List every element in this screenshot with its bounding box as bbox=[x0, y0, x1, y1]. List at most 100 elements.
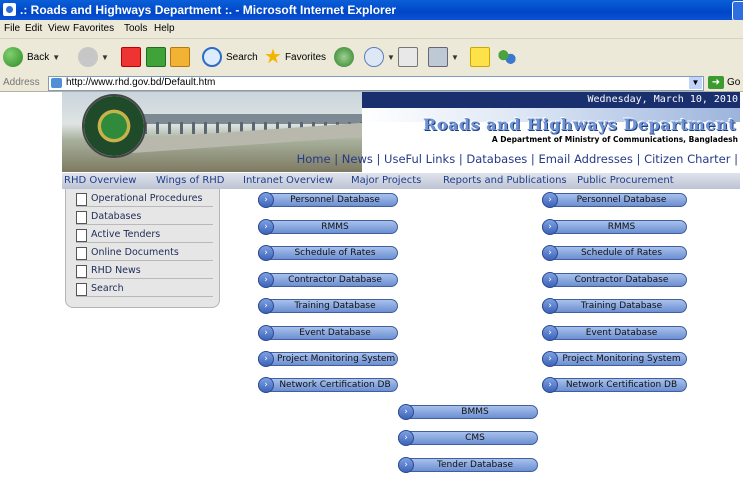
arrow-right-icon: › bbox=[542, 219, 558, 235]
chevron-down-icon: ▼ bbox=[387, 52, 395, 62]
left-menu-operational-procedures[interactable]: Operational Procedures bbox=[76, 192, 213, 207]
messenger-icon bbox=[498, 48, 516, 66]
arrow-right-icon: › bbox=[258, 272, 274, 288]
go-arrow-icon[interactable]: ➜ bbox=[708, 76, 724, 89]
favorites-label: Favorites bbox=[284, 51, 327, 63]
edit-icon bbox=[428, 47, 448, 67]
arrow-right-icon: › bbox=[258, 219, 274, 235]
left-menu-rhd-news[interactable]: RHD News bbox=[76, 264, 213, 279]
chevron-down-icon: ▼ bbox=[101, 52, 109, 62]
back-arrow-icon bbox=[3, 47, 23, 67]
link-home[interactable]: Home bbox=[297, 152, 331, 166]
arrow-right-icon: › bbox=[258, 192, 274, 208]
arrow-right-icon: › bbox=[258, 298, 274, 314]
db-left-event-database[interactable]: › Event Database bbox=[258, 325, 398, 341]
document-icon bbox=[76, 265, 87, 278]
db-left-project-monitoring-system[interactable]: › Project Monitoring System bbox=[258, 351, 398, 367]
nav-reports-publications[interactable]: Reports and Publications bbox=[443, 175, 567, 186]
menu-file[interactable]: File bbox=[4, 23, 20, 34]
nav-major-projects[interactable]: Major Projects bbox=[351, 175, 421, 186]
print-icon bbox=[398, 47, 418, 67]
db-center-bmms[interactable]: › BMMS bbox=[398, 404, 538, 420]
arrow-right-icon: › bbox=[398, 430, 414, 446]
link-databases[interactable]: Databases bbox=[466, 152, 527, 166]
date-strip: Wednesday, March 10, 2010 bbox=[362, 92, 740, 108]
left-menu-databases[interactable]: Databases bbox=[76, 210, 213, 225]
db-right-contractor-database[interactable]: › Contractor Database bbox=[542, 272, 687, 288]
left-menu-search[interactable]: Search bbox=[76, 282, 213, 297]
left-menu-online-documents[interactable]: Online Documents bbox=[76, 246, 213, 261]
site-subtitle: A Department of Ministry of Communicatio… bbox=[491, 135, 738, 144]
arrow-right-icon: › bbox=[398, 404, 414, 420]
db-right-personnel-database[interactable]: › Personnel Database bbox=[542, 192, 687, 208]
site-banner: Wednesday, March 10, 2010 Roads and High… bbox=[62, 92, 740, 172]
document-icon bbox=[76, 211, 87, 224]
menu-view[interactable]: View bbox=[48, 23, 70, 34]
db-center-tender-database[interactable]: › Tender Database bbox=[398, 457, 538, 473]
home-icon bbox=[170, 47, 190, 67]
menu-bar: File Edit View Favorites Tools Help bbox=[0, 20, 743, 39]
favorites-button[interactable]: ★ Favorites bbox=[264, 46, 326, 68]
home-button[interactable] bbox=[170, 46, 190, 68]
window-title: .: Roads and Highways Department :. - Mi… bbox=[20, 3, 397, 17]
print-button[interactable] bbox=[398, 46, 418, 68]
arrow-right-icon: › bbox=[542, 351, 558, 367]
messenger-button[interactable] bbox=[498, 46, 516, 68]
address-dropdown-icon[interactable]: ▼ bbox=[689, 77, 702, 89]
link-email-addresses[interactable]: Email Addresses bbox=[538, 152, 632, 166]
menu-help[interactable]: Help bbox=[154, 23, 175, 34]
db-right-network-certification-db[interactable]: › Network Certification DB bbox=[542, 377, 687, 393]
edit-button[interactable]: ▼ bbox=[428, 46, 459, 68]
db-left-rmms[interactable]: › RMMS bbox=[258, 219, 398, 235]
arrow-right-icon: › bbox=[398, 457, 414, 473]
arrow-right-icon: › bbox=[258, 351, 274, 367]
nav-public-procurement[interactable]: Public Procurement bbox=[577, 175, 674, 186]
db-left-personnel-database[interactable]: › Personnel Database bbox=[258, 192, 398, 208]
db-left-contractor-database[interactable]: › Contractor Database bbox=[258, 272, 398, 288]
stop-icon bbox=[121, 47, 141, 67]
db-center-cms[interactable]: › CMS bbox=[398, 430, 538, 446]
db-left-network-certification-db[interactable]: › Network Certification DB bbox=[258, 377, 398, 393]
db-right-rmms[interactable]: › RMMS bbox=[542, 219, 687, 235]
menu-tools[interactable]: Tools bbox=[124, 23, 147, 34]
arrow-right-icon: › bbox=[542, 377, 558, 393]
window-control-button[interactable] bbox=[732, 1, 743, 21]
history-icon bbox=[334, 47, 354, 67]
db-left-training-database[interactable]: › Training Database bbox=[258, 298, 398, 314]
window-titlebar: .: Roads and Highways Department :. - Mi… bbox=[0, 0, 743, 21]
refresh-button[interactable] bbox=[146, 46, 166, 68]
back-label: Back bbox=[27, 51, 50, 63]
page-icon bbox=[51, 78, 62, 88]
notes-button[interactable] bbox=[470, 46, 490, 68]
nav-intranet-overview[interactable]: Intranet Overview bbox=[243, 175, 333, 186]
db-left-schedule-of-rates[interactable]: › Schedule of Rates bbox=[258, 245, 398, 261]
stop-button[interactable] bbox=[121, 46, 141, 68]
left-menu: Operational Procedures Databases Active … bbox=[65, 189, 220, 308]
search-label: Search bbox=[226, 51, 258, 63]
address-input[interactable]: http://www.rhd.gov.bd/Default.htm ▼ bbox=[48, 76, 704, 91]
search-button[interactable]: Search bbox=[202, 46, 258, 68]
page-content: Wednesday, March 10, 2010 Roads and High… bbox=[0, 92, 743, 482]
nav-rhd-overview[interactable]: RHD Overview bbox=[64, 175, 136, 186]
db-right-project-monitoring-system[interactable]: › Project Monitoring System bbox=[542, 351, 687, 367]
go-button[interactable]: Go bbox=[727, 77, 740, 88]
menu-edit[interactable]: Edit bbox=[25, 23, 42, 34]
left-menu-active-tenders[interactable]: Active Tenders bbox=[76, 228, 213, 243]
menu-favorites[interactable]: Favorites bbox=[73, 23, 114, 34]
arrow-right-icon: › bbox=[542, 325, 558, 341]
arrow-right-icon: › bbox=[542, 245, 558, 261]
db-right-event-database[interactable]: › Event Database bbox=[542, 325, 687, 341]
link-useful-links[interactable]: UseFul Links bbox=[384, 152, 455, 166]
arrow-right-icon: › bbox=[258, 325, 274, 341]
nav-wings-of-rhd[interactable]: Wings of RHD bbox=[156, 175, 225, 186]
search-icon bbox=[202, 47, 222, 67]
link-news[interactable]: News bbox=[342, 152, 373, 166]
history-button[interactable] bbox=[334, 46, 354, 68]
back-button[interactable]: Back ▼ bbox=[3, 46, 60, 68]
mail-button[interactable]: ▼ bbox=[364, 46, 395, 68]
db-right-schedule-of-rates[interactable]: › Schedule of Rates bbox=[542, 245, 687, 261]
forward-button[interactable]: ▼ bbox=[78, 46, 109, 68]
address-label: Address bbox=[3, 77, 40, 88]
link-citizen-charter[interactable]: Citizen Charter bbox=[644, 152, 730, 166]
db-right-training-database[interactable]: › Training Database bbox=[542, 298, 687, 314]
